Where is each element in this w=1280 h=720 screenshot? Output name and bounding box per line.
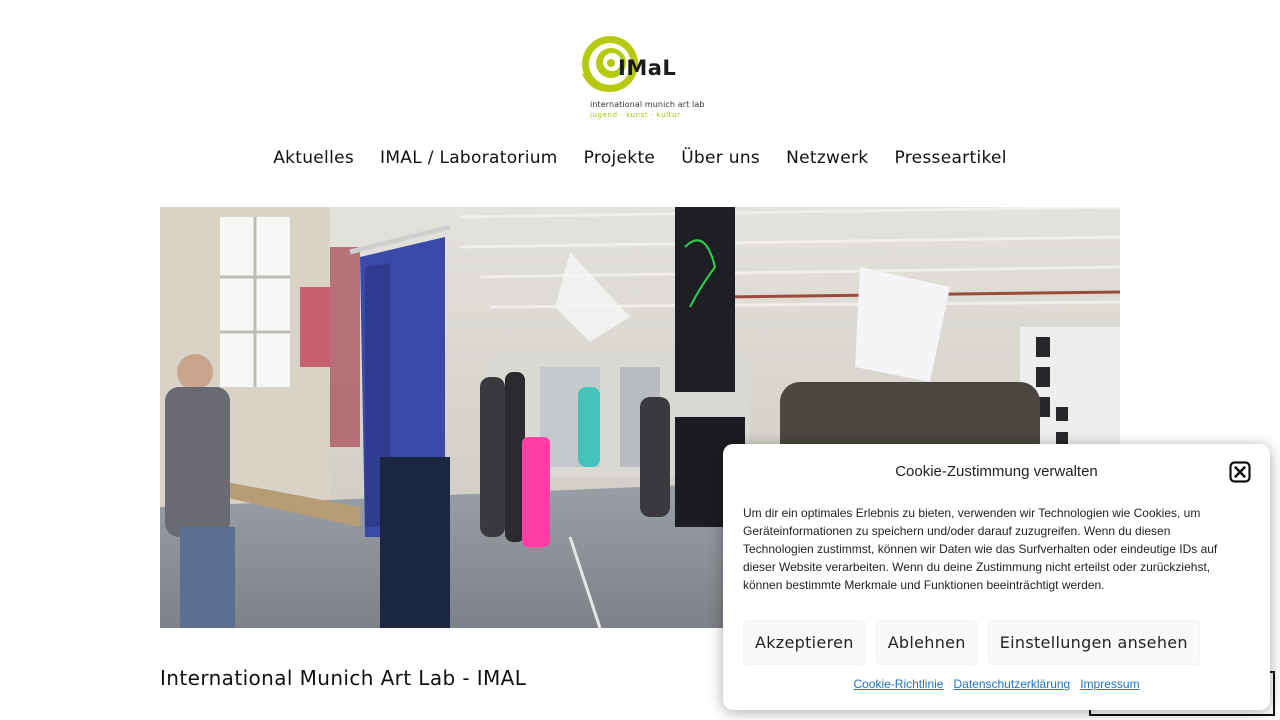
imprint-link[interactable]: Impressum bbox=[1080, 677, 1139, 691]
cookie-policy-link[interactable]: Cookie-Richtlinie bbox=[853, 677, 943, 691]
nav-item-netzwerk[interactable]: Netzwerk bbox=[773, 146, 881, 170]
cookie-dialog-body: Um dir ein optimales Erlebnis zu bieten,… bbox=[743, 506, 1218, 592]
logo-wordmark: IMaL bbox=[618, 56, 677, 80]
view-settings-button[interactable]: Einstellungen ansehen bbox=[987, 620, 1200, 665]
nav-item-aktuelles[interactable]: Aktuelles bbox=[260, 146, 367, 170]
cookie-consent-dialog: Cookie-Zustimmung verwalten Um dir ein o… bbox=[723, 444, 1270, 710]
nav-item-presseartikel[interactable]: Presseartikel bbox=[881, 146, 1019, 170]
page-title: International Munich Art Lab - IMAL bbox=[160, 666, 527, 690]
close-icon[interactable] bbox=[1229, 461, 1251, 483]
logo-subtitle: international munich art lab bbox=[590, 100, 705, 109]
cookie-dialog-title: Cookie-Zustimmung verwalten bbox=[895, 463, 1098, 480]
cookie-button-group: Akzeptieren Ablehnen Einstellungen anseh… bbox=[743, 620, 1200, 665]
logo-tagline: jugend · kunst · kultur bbox=[590, 111, 681, 119]
accept-button[interactable]: Akzeptieren bbox=[743, 620, 866, 665]
site-logo[interactable]: IMaL international munich art lab jugend… bbox=[580, 34, 704, 126]
nav-item-projekte[interactable]: Projekte bbox=[571, 146, 669, 170]
privacy-policy-link[interactable]: Datenschutzerklärung bbox=[953, 677, 1070, 691]
main-navigation: Aktuelles IMAL / Laboratorium Projekte Ü… bbox=[0, 146, 1280, 170]
deny-button[interactable]: Ablehnen bbox=[875, 620, 978, 665]
cookie-policy-links: Cookie-Richtlinie Datenschutzerklärung I… bbox=[723, 677, 1270, 691]
nav-item-ueber-uns[interactable]: Über uns bbox=[668, 146, 773, 170]
nav-item-imal-laboratorium[interactable]: IMAL / Laboratorium bbox=[367, 146, 571, 170]
site-header: IMaL international munich art lab jugend… bbox=[0, 0, 1280, 200]
